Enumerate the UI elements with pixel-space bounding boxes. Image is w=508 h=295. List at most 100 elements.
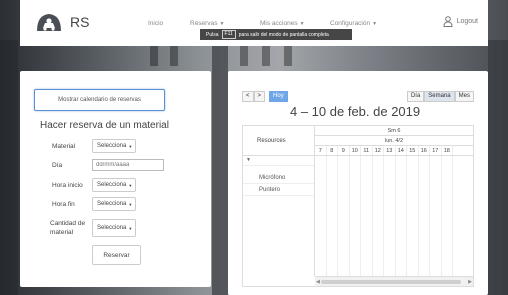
hour-header-cell: 14 <box>396 146 407 155</box>
quantity-label-line1: Cantidad de <box>50 220 86 227</box>
resource-row-microfono[interactable]: Micrófono <box>243 172 314 184</box>
hour-header-cell: 13 <box>384 146 396 155</box>
resource-column: ▼ Micrófono Puntero <box>243 156 315 276</box>
timeline-slot-column[interactable] <box>442 156 453 276</box>
hour-header-cell: 9 <box>338 146 350 155</box>
resource-group-row[interactable]: ▼ <box>243 156 314 166</box>
caret-down-icon: ▼ <box>219 21 225 27</box>
horizontal-scrollbar[interactable]: ◀ ▶ <box>315 276 473 286</box>
calendar-title: 4 – 10 de feb. de 2019 <box>290 104 421 119</box>
background-column <box>212 40 228 295</box>
nav-item-label: Mis acciones <box>260 20 298 27</box>
timeline-slot-column[interactable] <box>419 156 430 276</box>
expand-toggle-icon[interactable]: ▼ <box>246 157 251 163</box>
toast-prefix: Pulsa <box>206 31 219 38</box>
timeline-slot-column[interactable] <box>327 156 338 276</box>
background-window <box>240 44 248 66</box>
end-time-select-value: Selecciona <box>97 201 127 207</box>
day-header: lun. 4/2 <box>315 136 473 146</box>
timeline-slot-column[interactable] <box>407 156 419 276</box>
timeline-slot-column[interactable] <box>384 156 396 276</box>
day-date-input[interactable] <box>92 159 164 171</box>
timeline-slot-column[interactable] <box>350 156 361 276</box>
background-column <box>488 40 508 295</box>
start-time-select-value: Selecciona <box>97 182 127 188</box>
background-window <box>170 44 178 66</box>
view-week-button[interactable]: Semana <box>424 91 455 102</box>
logout-link[interactable]: Logout <box>443 16 478 27</box>
material-label: Material <box>52 143 76 150</box>
car-logo-icon[interactable] <box>34 11 64 35</box>
toast-suffix: para salir del modo de pantalla completa <box>238 31 329 38</box>
nav-item-configuracion[interactable]: Configuración ▼ <box>330 20 377 27</box>
show-calendar-button[interactable]: Mostrar calendario de reservas <box>34 89 165 111</box>
caret-down-icon: ▼ <box>128 182 133 188</box>
quantity-select-value: Selecciona <box>97 225 127 231</box>
week-header: Sm 6 <box>315 126 473 136</box>
today-button[interactable]: Hoy <box>269 91 288 102</box>
resources-header: Resources <box>243 126 315 156</box>
background-column <box>0 40 18 295</box>
timeline-slot-column[interactable] <box>430 156 442 276</box>
hour-header-cell: 8 <box>327 146 338 155</box>
nav-item-reservas[interactable]: Reservas ▼ <box>190 20 224 27</box>
scrollbar-thumb[interactable] <box>321 280 461 284</box>
timeline-slot-column[interactable] <box>373 156 384 276</box>
calendar-panel: < > Hoy Día Semana Mes 4 – 10 de feb. de… <box>228 71 488 295</box>
resource-row-puntero[interactable]: Puntero <box>243 184 314 196</box>
hour-header-cell: 15 <box>407 146 419 155</box>
caret-down-icon: ▼ <box>128 143 133 149</box>
nav-item-label: Reservas <box>190 20 218 27</box>
view-switcher: Día Semana Mes <box>406 91 474 102</box>
prev-week-button[interactable]: < <box>242 91 254 102</box>
quantity-label-line2: material <box>50 229 74 236</box>
start-time-label: Hora inicio <box>52 182 83 189</box>
material-select-value: Selecciona <box>97 143 127 149</box>
hour-header-cell: 12 <box>373 146 384 155</box>
end-time-select[interactable]: Selecciona ▼ <box>92 197 136 211</box>
reserve-button[interactable]: Reservar <box>92 245 141 265</box>
hour-header-cell: 17 <box>430 146 442 155</box>
nav-item-label: Configuración <box>330 20 371 27</box>
next-week-button[interactable]: > <box>253 91 266 102</box>
nav-item-mis-acciones[interactable]: Mis acciones ▼ <box>260 20 305 27</box>
timeline-slot-column[interactable] <box>396 156 407 276</box>
background-window <box>284 44 292 66</box>
resources-header-label: Resources <box>257 138 286 144</box>
brand-name[interactable]: RS <box>70 14 89 30</box>
timeline-slot-column[interactable] <box>315 156 327 276</box>
toast-key: F11 <box>221 30 236 39</box>
background-window <box>262 44 270 66</box>
nav-item-inicio[interactable]: Inicio <box>148 20 163 27</box>
end-time-label: Hora fin <box>52 201 75 208</box>
fullscreen-exit-toast: Pulsa F11 para salir del modo de pantall… <box>200 29 352 40</box>
scroll-left-icon[interactable]: ◀ <box>316 277 320 286</box>
user-icon <box>443 16 453 27</box>
hour-header-cell: 10 <box>350 146 361 155</box>
hours-header-row: 7 8 9 10 11 12 13 14 15 16 17 18 <box>315 146 473 156</box>
hour-header-cell: 7 <box>315 146 327 155</box>
caret-down-icon: ▼ <box>128 201 133 207</box>
timeline-body[interactable] <box>315 156 473 276</box>
timeline-slot-column[interactable] <box>338 156 350 276</box>
quantity-label: Cantidad de material <box>50 219 85 237</box>
start-time-select[interactable]: Selecciona ▼ <box>92 178 136 192</box>
view-month-button[interactable]: Mes <box>454 91 474 102</box>
logout-label: Logout <box>456 18 478 25</box>
timeline-slot-column[interactable] <box>361 156 373 276</box>
caret-down-icon: ▼ <box>128 225 133 231</box>
day-label: Día <box>52 162 63 169</box>
resource-timeline-grid: Resources Sm 6 lun. 4/2 7 8 9 10 11 12 13 14 15 1… <box>242 125 474 287</box>
material-select[interactable]: Selecciona ▼ <box>92 139 136 153</box>
hour-header-cell: 11 <box>361 146 373 155</box>
view-day-button[interactable]: Día <box>406 91 425 102</box>
hour-header-cell: 16 <box>419 146 430 155</box>
hour-header-cell: 18 <box>442 146 453 155</box>
caret-down-icon: ▼ <box>299 21 305 27</box>
quantity-select[interactable]: Selecciona ▼ <box>92 219 136 237</box>
caret-down-icon: ▼ <box>372 21 378 27</box>
form-title: Hacer reserva de un material <box>40 120 169 131</box>
background-window <box>150 44 158 66</box>
scroll-right-icon[interactable]: ▶ <box>468 277 472 286</box>
top-navbar: RS Inicio Reservas ▼ Mis acciones ▼ Config… <box>20 0 488 46</box>
